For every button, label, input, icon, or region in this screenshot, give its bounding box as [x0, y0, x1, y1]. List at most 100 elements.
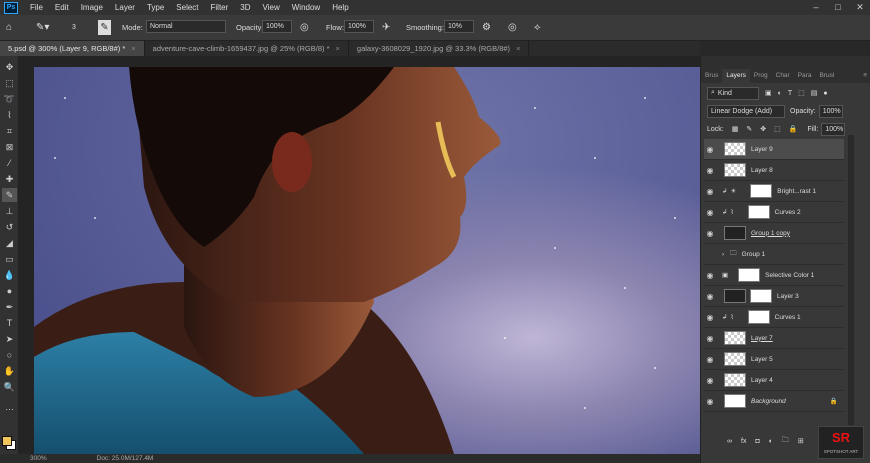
- new-group-icon[interactable]: 🗀: [782, 436, 789, 447]
- frame-tool-icon[interactable]: ⊠: [2, 140, 17, 154]
- brush-settings-icon[interactable]: ✎: [98, 20, 111, 35]
- eye-icon[interactable]: ◉: [704, 208, 716, 217]
- filter-shape-icon[interactable]: ⬚: [798, 89, 805, 97]
- layer-row[interactable]: ◉ Layer 9: [704, 139, 844, 160]
- mode-select[interactable]: Normal: [146, 20, 226, 33]
- menu-edit[interactable]: Edit: [49, 0, 75, 15]
- eye-icon[interactable]: ◉: [704, 334, 716, 343]
- eyedropper-tool-icon[interactable]: ⁄: [2, 156, 17, 170]
- brush-tool-icon[interactable]: ✎: [2, 188, 17, 202]
- hand-tool-icon[interactable]: ✋: [2, 364, 17, 378]
- layer-row[interactable]: ◉ Layer 3: [704, 286, 844, 307]
- menu-file[interactable]: File: [24, 0, 49, 15]
- link-layers-icon[interactable]: ∞: [727, 438, 732, 445]
- tab-character[interactable]: Char: [772, 69, 794, 83]
- stamp-tool-icon[interactable]: ⊥: [2, 204, 17, 218]
- menu-window[interactable]: Window: [286, 0, 326, 15]
- layer-row[interactable]: ◉ Layer 7: [704, 328, 844, 349]
- layer-row[interactable]: ◉ Background 🔒: [704, 391, 844, 412]
- lasso-tool-icon[interactable]: ➰: [2, 92, 17, 106]
- menu-view[interactable]: View: [257, 0, 286, 15]
- menu-help[interactable]: Help: [326, 0, 354, 15]
- tab-5-psd[interactable]: 5.psd @ 300% (Layer 9, RGB/8#) * ×: [0, 41, 145, 56]
- foreground-color-swatch[interactable]: [2, 436, 12, 446]
- more-tools-icon[interactable]: …: [2, 400, 17, 414]
- blend-mode-select[interactable]: Linear Dodge (Add): [707, 104, 785, 118]
- menu-layer[interactable]: Layer: [109, 0, 141, 15]
- layers-scrollbar[interactable]: [848, 135, 854, 425]
- airbrush-icon[interactable]: ✈: [382, 20, 390, 35]
- close-tab-icon[interactable]: ×: [516, 44, 520, 53]
- menu-filter[interactable]: Filter: [205, 0, 235, 15]
- eye-icon[interactable]: ◉: [704, 355, 716, 364]
- crop-tool-icon[interactable]: ⌗: [2, 124, 17, 138]
- lock-all-icon[interactable]: 🔒: [789, 125, 798, 133]
- tab-adventure-cave[interactable]: adventure-cave-climb-1659437.jpg @ 25% (…: [144, 41, 349, 56]
- tab-galaxy[interactable]: galaxy-3608029_1920.jpg @ 33.3% (RGB/8#)…: [348, 41, 530, 56]
- pressure-opacity-icon[interactable]: ◎: [300, 20, 309, 35]
- eye-icon[interactable]: ◉: [704, 271, 716, 280]
- move-tool-icon[interactable]: ✥: [2, 60, 17, 74]
- tab-brushes[interactable]: Brus: [701, 69, 722, 83]
- home-icon[interactable]: ⌂: [6, 20, 12, 35]
- filter-kind-select[interactable]: ⌕ Kind: [707, 86, 759, 100]
- filter-type-icon[interactable]: T: [788, 90, 792, 97]
- eye-icon[interactable]: ◉: [704, 145, 716, 154]
- brush-size[interactable]: 3: [72, 20, 76, 35]
- menu-3d[interactable]: 3D: [234, 0, 256, 15]
- shape-tool-icon[interactable]: ○: [2, 348, 17, 362]
- layer-row[interactable]: ◉ Layer 4: [704, 370, 844, 391]
- lock-transparent-icon[interactable]: ▦: [732, 125, 739, 133]
- layer-row[interactable]: › 🗀 Group 1: [704, 244, 844, 265]
- tab-brush-settings[interactable]: Brusl: [815, 69, 838, 83]
- fill-field[interactable]: 100%: [821, 122, 846, 136]
- maximize-icon[interactable]: □: [828, 0, 848, 15]
- type-tool-icon[interactable]: T: [2, 316, 17, 330]
- blur-tool-icon[interactable]: 💧: [2, 268, 17, 282]
- eye-icon[interactable]: ◉: [704, 187, 716, 196]
- tab-layers[interactable]: Layers: [722, 69, 750, 83]
- layer-row[interactable]: ◉ Layer 5: [704, 349, 844, 370]
- quick-select-tool-icon[interactable]: ⌇: [2, 108, 17, 122]
- menu-type[interactable]: Type: [141, 0, 170, 15]
- close-tab-icon[interactable]: ×: [131, 44, 135, 53]
- zoom-tool-icon[interactable]: 🔍: [2, 380, 17, 394]
- lock-pixels-icon[interactable]: ✎: [746, 125, 752, 133]
- layer-row[interactable]: ◉ Layer 8: [704, 160, 844, 181]
- eraser-tool-icon[interactable]: ◢: [2, 236, 17, 250]
- pen-tool-icon[interactable]: ✒: [2, 300, 17, 314]
- history-brush-icon[interactable]: ↺: [2, 220, 17, 234]
- layer-row[interactable]: ◉ Group 1 copy: [704, 223, 844, 244]
- pressure-size-icon[interactable]: ◎: [508, 20, 517, 35]
- layer-row[interactable]: ◉ ▣ Selective Color 1: [704, 265, 844, 286]
- new-layer-icon[interactable]: ⊞: [798, 437, 804, 445]
- close-tab-icon[interactable]: ×: [336, 44, 340, 53]
- tab-properties[interactable]: Prog: [750, 69, 772, 83]
- filter-toggle-icon[interactable]: ●: [823, 90, 827, 97]
- adjustment-layer-icon[interactable]: ◐: [769, 438, 773, 445]
- menu-select[interactable]: Select: [170, 0, 204, 15]
- marquee-tool-icon[interactable]: ⬚: [2, 76, 17, 90]
- lock-artboard-icon[interactable]: ⬚: [774, 125, 781, 133]
- symmetry-icon[interactable]: ⟡: [534, 20, 541, 35]
- layer-opacity-field[interactable]: 100%: [818, 104, 843, 118]
- filter-pixel-icon[interactable]: ▣: [765, 89, 772, 97]
- filter-adjust-icon[interactable]: ◐: [778, 90, 782, 97]
- eye-icon[interactable]: ◉: [704, 376, 716, 385]
- fx-icon[interactable]: fx: [741, 438, 746, 445]
- gear-icon[interactable]: ⚙: [482, 20, 491, 35]
- zoom-level[interactable]: 300%: [30, 455, 47, 462]
- add-mask-icon[interactable]: ◘: [755, 438, 759, 445]
- brush-preset-icon[interactable]: ✎▾: [36, 20, 49, 35]
- layer-row[interactable]: ◉ ↲ ☀ Bright...rast 1: [704, 181, 844, 202]
- close-icon[interactable]: ✕: [850, 0, 870, 15]
- layer-row[interactable]: ◉ ↲ ⌇ Curves 2: [704, 202, 844, 223]
- panel-menu-icon[interactable]: ≡: [859, 69, 870, 83]
- tab-paragraph[interactable]: Para: [794, 69, 816, 83]
- minimize-icon[interactable]: –: [806, 0, 826, 15]
- lock-position-icon[interactable]: ✥: [760, 125, 766, 133]
- eye-icon[interactable]: ◉: [704, 313, 716, 322]
- path-select-icon[interactable]: ➤: [2, 332, 17, 346]
- doc-size[interactable]: Doc: 25.0M/127.4M: [97, 455, 154, 462]
- dodge-tool-icon[interactable]: ●: [2, 284, 17, 298]
